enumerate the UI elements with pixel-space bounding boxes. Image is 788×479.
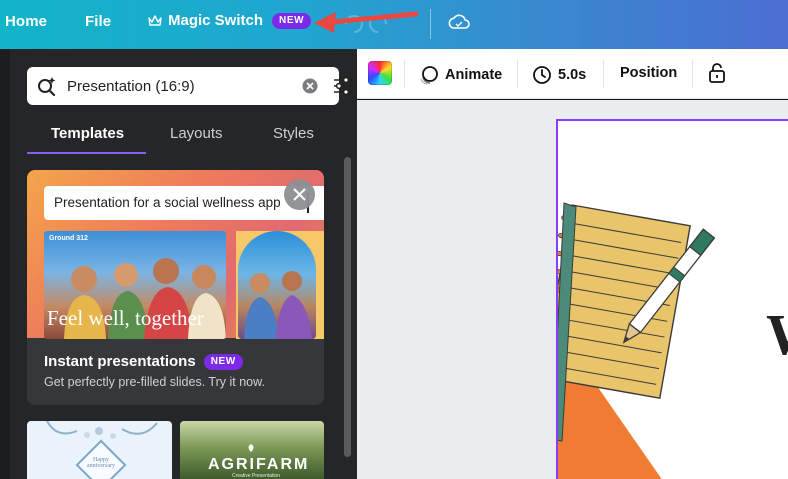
top-bar: Home File Magic Switch NEW	[0, 0, 788, 49]
tab-styles[interactable]: Styles	[273, 125, 314, 142]
color-picker-button[interactable]	[368, 61, 392, 85]
animate-label: Animate	[445, 67, 503, 83]
duration-label: 5.0s	[558, 67, 587, 83]
annotation-arrow-icon	[314, 11, 419, 33]
panel-edge	[0, 49, 10, 479]
filter-icon[interactable]	[332, 76, 354, 96]
duration-button[interactable]: 5.0s	[532, 65, 586, 85]
toolbar-divider	[692, 60, 693, 88]
template-thumbnail-anniversary[interactable]: Happy anniversary	[27, 421, 172, 479]
close-promo-button[interactable]	[284, 179, 315, 210]
file-menu[interactable]: File	[85, 13, 111, 30]
new-badge: NEW	[203, 353, 243, 370]
animate-button[interactable]: Animate	[419, 65, 502, 85]
home-menu[interactable]: Home	[5, 13, 47, 30]
arch-photo	[238, 231, 316, 339]
active-tab-indicator	[27, 152, 146, 154]
thumbnail-title: AGRIFARM	[208, 456, 310, 473]
position-button[interactable]: Position	[620, 65, 677, 81]
instant-presentations-card[interactable]: Presentation for a social wellness app G…	[27, 170, 324, 405]
toolbar-divider	[603, 60, 604, 88]
prompt-text: Presentation for a social wellness app	[54, 195, 281, 210]
magic-search-icon	[38, 77, 56, 97]
position-label: Position	[620, 65, 678, 81]
thumbnail-text: Happy anniversary	[87, 457, 115, 469]
card-title: Instant presentations	[44, 353, 196, 370]
toolbar-divider	[517, 60, 518, 88]
tab-layouts[interactable]: Layouts	[170, 125, 223, 142]
toolbar-divider	[404, 60, 405, 88]
animate-icon	[420, 66, 438, 85]
crown-icon	[148, 15, 162, 26]
template-search	[27, 67, 352, 105]
card-subtitle: Get perfectly pre-filled slides. Try it …	[44, 375, 265, 389]
new-badge: NEW	[272, 12, 312, 29]
close-icon	[293, 188, 306, 201]
tab-templates[interactable]: Templates	[51, 125, 124, 142]
promo-hero: Presentation for a social wellness app G…	[27, 170, 324, 339]
cloud-sync-icon[interactable]	[447, 12, 471, 34]
clock-icon	[533, 66, 551, 84]
editor-toolbar: Animate 5.0s Position	[357, 49, 788, 99]
notebook-illustration	[558, 202, 716, 479]
prompt-preview: Presentation for a social wellness app	[44, 186, 324, 220]
design-page[interactable]: W	[556, 119, 788, 479]
panel-scrollbar[interactable]	[344, 157, 351, 457]
slide-brand: Ground 312	[49, 235, 88, 242]
search-input[interactable]	[67, 76, 287, 96]
canvas-heading-fragment[interactable]: W	[766, 301, 788, 368]
template-thumbnail-agrifarm[interactable]: AGRIFARM Creative Presentation	[180, 421, 324, 479]
leaf-icon	[248, 444, 254, 452]
topbar-divider	[430, 9, 431, 39]
slide-preview-1: Ground 312 Feel well, together	[44, 231, 226, 339]
slide-tagline: Feel well, together	[47, 306, 204, 330]
panel-tabs: Templates Layouts Styles	[27, 122, 339, 154]
clear-search-icon[interactable]	[302, 78, 318, 94]
card-title-row: Instant presentations NEW	[44, 353, 243, 370]
slide-preview-2	[236, 231, 324, 339]
thumbnail-subtitle: Creative Presentation	[232, 473, 281, 479]
unlock-icon[interactable]	[708, 62, 726, 84]
magic-switch-button[interactable]: Magic Switch NEW	[148, 12, 312, 29]
magic-switch-label: Magic Switch	[168, 12, 264, 29]
